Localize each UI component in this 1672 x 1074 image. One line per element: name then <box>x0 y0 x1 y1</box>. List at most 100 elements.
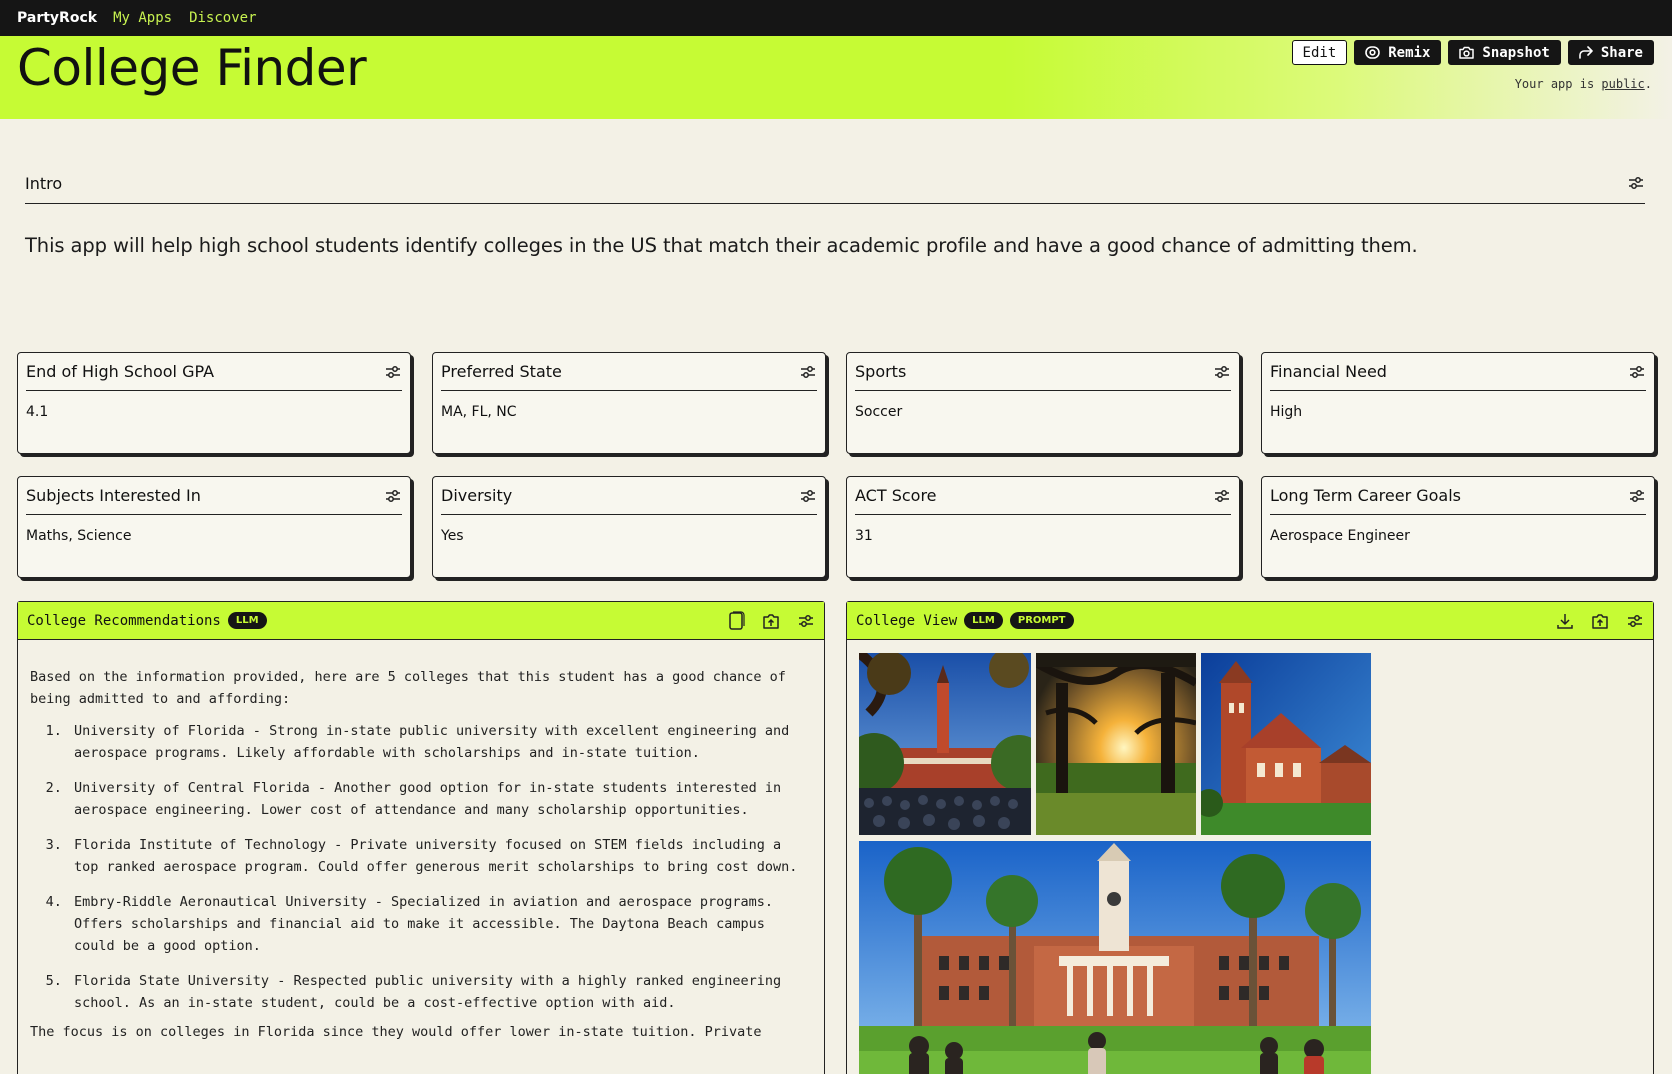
settings-sliders-icon[interactable] <box>1626 612 1644 630</box>
prompt-badge: PROMPT <box>1009 612 1074 629</box>
card-label: Long Term Career Goals <box>1270 486 1461 505</box>
edit-button[interactable]: Edit <box>1291 40 1348 65</box>
recommendations-intro: Based on the information provided, here … <box>30 669 786 707</box>
llm-badge: LLM <box>964 612 1003 629</box>
edit-label: Edit <box>1302 44 1337 61</box>
settings-sliders-icon[interactable] <box>797 612 815 630</box>
college-image-3[interactable] <box>1201 653 1371 835</box>
list-item: University of Central Florida - Another … <box>70 777 812 821</box>
card-value[interactable]: High <box>1270 404 1646 420</box>
settings-sliders-icon[interactable] <box>1628 363 1646 381</box>
recommendations-outro: The focus is on colleges in Florida sinc… <box>30 1024 762 1040</box>
panel-header: College Recommendations LLM <box>18 602 824 640</box>
share-button[interactable]: Share <box>1567 40 1654 65</box>
nav-my-apps[interactable]: My Apps <box>113 10 172 26</box>
visibility-link[interactable]: public <box>1601 77 1644 91</box>
input-card-preferred-state[interactable]: Preferred State MA, FL, NC <box>432 352 826 454</box>
card-header: Preferred State <box>441 353 817 391</box>
recommendations-list: University of Florida - Strong in-state … <box>30 720 812 1014</box>
camera-icon <box>1459 46 1475 59</box>
panel-actions <box>1556 611 1644 631</box>
input-card-diversity[interactable]: Diversity Yes <box>432 476 826 578</box>
card-value[interactable]: Aerospace Engineer <box>1270 528 1646 544</box>
card-label: Preferred State <box>441 362 562 381</box>
intro-label: Intro <box>25 173 63 193</box>
snapshot-button[interactable]: Snapshot <box>1448 40 1561 65</box>
settings-sliders-icon[interactable] <box>384 487 402 505</box>
copy-icon[interactable] <box>727 610 745 631</box>
export-to-app-icon[interactable] <box>761 611 781 631</box>
panel-actions <box>727 610 815 631</box>
card-label: Diversity <box>441 486 513 505</box>
card-value[interactable]: Soccer <box>855 404 1231 420</box>
college-view-panel: College View LLM PROMPT <box>846 601 1654 1074</box>
snapshot-label: Snapshot <box>1482 44 1550 61</box>
card-label: End of High School GPA <box>26 362 215 381</box>
card-header: Sports <box>855 353 1231 391</box>
intro-section: Intro This app will help high school stu… <box>25 163 1645 257</box>
app-header: College Finder Edit Remix Snapshot Share… <box>0 36 1672 119</box>
visibility-prefix: Your app is <box>1514 77 1602 91</box>
college-image-2[interactable] <box>1036 653 1196 835</box>
download-icon[interactable] <box>1556 612 1574 630</box>
list-item: Florida State University - Respected pub… <box>70 970 812 1014</box>
llm-badge: LLM <box>227 612 267 629</box>
intro-header: Intro <box>25 163 1645 204</box>
panel-title-group: College View LLM PROMPT <box>856 612 1074 629</box>
remix-button[interactable]: Remix <box>1354 40 1442 65</box>
intro-text: This app will help high school students … <box>25 234 1418 257</box>
college-image-1[interactable] <box>859 653 1031 835</box>
input-card-act-score[interactable]: ACT Score 31 <box>846 476 1240 578</box>
card-header: Subjects Interested In <box>26 477 402 515</box>
card-header: Financial Need <box>1270 353 1646 391</box>
card-header: Long Term Career Goals <box>1270 477 1646 515</box>
settings-sliders-icon[interactable] <box>799 363 817 381</box>
header-actions: Edit Remix Snapshot Share <box>1291 40 1654 65</box>
card-value[interactable]: Yes <box>441 528 817 544</box>
settings-sliders-icon[interactable] <box>1213 487 1231 505</box>
card-value[interactable]: MA, FL, NC <box>441 404 817 420</box>
list-item: Florida Institute of Technology - Privat… <box>70 834 812 878</box>
list-item: University of Florida - Strong in-state … <box>70 720 812 764</box>
card-header: ACT Score <box>855 477 1231 515</box>
card-header: End of High School GPA <box>26 353 402 391</box>
college-image-4[interactable] <box>859 841 1371 1074</box>
settings-sliders-icon[interactable] <box>384 363 402 381</box>
input-card-subjects[interactable]: Subjects Interested In Maths, Science <box>17 476 411 578</box>
settings-sliders-icon[interactable] <box>1628 487 1646 505</box>
recommendations-text: Based on the information provided, here … <box>18 640 824 1043</box>
generated-image-gallery <box>859 653 1371 1074</box>
settings-sliders-icon[interactable] <box>799 487 817 505</box>
visibility-note: Your app is public. <box>1515 77 1652 91</box>
settings-sliders-icon[interactable] <box>1627 174 1645 192</box>
share-arrow-icon <box>1579 46 1593 59</box>
remix-label: Remix <box>1388 44 1431 61</box>
settings-sliders-icon[interactable] <box>1213 363 1231 381</box>
panel-title: College Recommendations <box>27 612 221 629</box>
input-card-sports[interactable]: Sports Soccer <box>846 352 1240 454</box>
card-label: ACT Score <box>855 486 937 505</box>
share-label: Share <box>1600 44 1643 61</box>
nav-discover[interactable]: Discover <box>189 10 256 26</box>
panel-header: College View LLM PROMPT <box>847 602 1653 640</box>
remix-icon <box>1365 46 1381 59</box>
college-recommendations-panel: College Recommendations LLM Based on the… <box>17 601 825 1074</box>
brand-logo[interactable]: PartyRock <box>17 10 97 26</box>
input-card-career-goals[interactable]: Long Term Career Goals Aerospace Enginee… <box>1261 476 1655 578</box>
card-header: Diversity <box>441 477 817 515</box>
list-item: Embry-Riddle Aeronautical University - S… <box>70 891 812 957</box>
card-value[interactable]: Maths, Science <box>26 528 402 544</box>
input-card-gpa[interactable]: End of High School GPA 4.1 <box>17 352 411 454</box>
card-label: Sports <box>855 362 907 381</box>
page-title: College Finder <box>17 39 367 97</box>
input-card-financial-need[interactable]: Financial Need High <box>1261 352 1655 454</box>
card-label: Financial Need <box>1270 362 1387 381</box>
panel-title-group: College Recommendations LLM <box>27 612 267 629</box>
card-value[interactable]: 31 <box>855 528 1231 544</box>
card-value[interactable]: 4.1 <box>26 404 402 420</box>
visibility-suffix: . <box>1644 77 1652 91</box>
top-nav: PartyRock My Apps Discover <box>0 0 1672 36</box>
export-to-app-icon[interactable] <box>1590 611 1610 631</box>
card-label: Subjects Interested In <box>26 486 201 505</box>
panel-title: College View <box>856 612 958 629</box>
